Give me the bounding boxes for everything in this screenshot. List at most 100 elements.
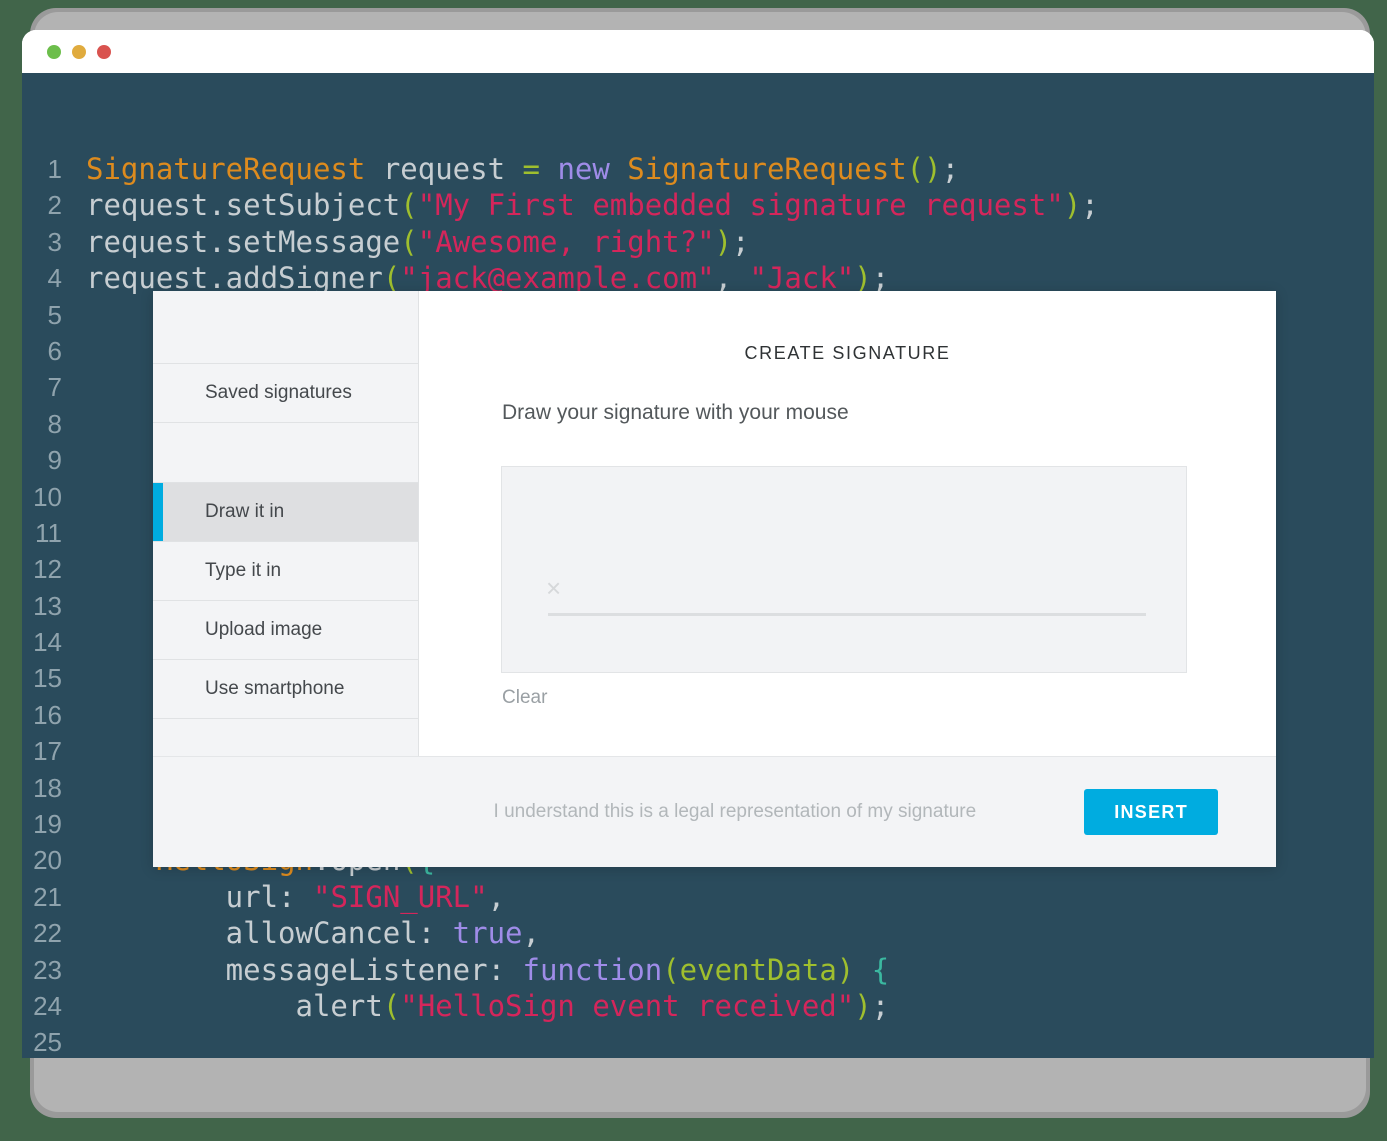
line-number: 16 (33, 699, 62, 730)
code-token: alert (86, 988, 383, 1023)
browser-titlebar (22, 30, 1374, 73)
code-token: ( (400, 188, 418, 223)
code-token: ; (1081, 188, 1099, 223)
line-number: 11 (35, 517, 62, 548)
sidebar-filler (153, 719, 418, 756)
code-line: 1 SignatureRequest request = new Signatur… (22, 151, 1374, 187)
sidebar-item-saved-signatures[interactable]: Saved signatures (153, 364, 418, 423)
code-text: request.setSubject("My First embedded si… (86, 187, 1099, 223)
clear-button[interactable]: Clear (502, 687, 547, 709)
sidebar-item-label: Saved signatures (205, 382, 352, 403)
code-token: = (522, 152, 540, 186)
signature-draw-canvas[interactable]: × (501, 466, 1187, 673)
code-token: request.setSubject (86, 188, 401, 223)
modal-footer: I understand this is a legal representat… (153, 756, 1276, 867)
code-line: 2 request.setSubject("My First embedded s… (22, 187, 1374, 223)
code-token: messageListener: (86, 952, 523, 987)
modal-body: Saved signatures Draw it in Type it in Uplo… (153, 291, 1276, 756)
code-token: , (522, 916, 540, 951)
sidebar-item-upload-image[interactable]: Upload image (153, 601, 418, 660)
maximize-dot-icon[interactable] (72, 45, 86, 59)
code-line: 22 allowCancel: true, (22, 915, 1374, 951)
line-number: 12 (33, 554, 62, 585)
code-token: { (871, 952, 890, 987)
signature-method-sidebar: Saved signatures Draw it in Type it in Uplo… (153, 291, 419, 756)
code-line: 25 (22, 1024, 1374, 1058)
code-token: ; (941, 152, 960, 186)
code-token: ( (382, 988, 401, 1023)
code-token: ; (732, 224, 750, 259)
line-number: 7 (47, 372, 62, 403)
line-number: 18 (33, 772, 62, 803)
line-number: 25 (33, 1027, 62, 1058)
line-number: 17 (33, 736, 62, 767)
line-number: 20 (33, 845, 62, 876)
insert-button[interactable]: INSERT (1084, 789, 1218, 835)
legal-disclaimer-text: I understand this is a legal representat… (493, 801, 977, 822)
line-number: 10 (33, 481, 62, 512)
code-token: new (557, 152, 610, 186)
code-line: 3 request.setMessage("Awesome, right?"); (22, 224, 1374, 260)
sidebar-item-label: Use smartphone (205, 678, 345, 699)
line-number: 24 (33, 990, 62, 1021)
line-number: 8 (47, 408, 62, 439)
sidebar-item-label: Type it in (205, 560, 282, 581)
sidebar-item-label: Draw it in (205, 501, 285, 522)
minimize-dot-icon[interactable] (47, 45, 61, 59)
code-token: ) (854, 988, 872, 1023)
code-token: ) (1063, 188, 1082, 223)
sidebar-item-label: Upload image (205, 619, 323, 640)
code-text: allowCancel: true, (86, 915, 540, 951)
line-number: 19 (33, 809, 62, 840)
line-number: 15 (33, 663, 62, 694)
code-token: SignatureRequest (627, 152, 907, 186)
code-token: ) (836, 952, 855, 987)
code-token: ) (714, 224, 733, 259)
line-number: 14 (33, 627, 62, 658)
code-token: function (522, 952, 663, 987)
code-token: , (487, 879, 506, 914)
code-token: url: (86, 879, 313, 914)
code-text: messageListener: function(eventData) { (86, 952, 890, 988)
browser-window: 1 SignatureRequest request = new Signatur… (22, 30, 1374, 1058)
code-token: () (906, 152, 942, 186)
line-number: 1 (47, 154, 62, 184)
create-signature-modal: Saved signatures Draw it in Type it in Uplo… (153, 291, 1276, 867)
code-text: request.setMessage("Awesome, right?"); (86, 224, 750, 260)
code-token: true (452, 916, 523, 951)
code-token: request.setMessage (86, 224, 401, 259)
code-token: "Awesome, right?" (417, 224, 715, 259)
code-text: alert("HelloSign event received"); (86, 988, 890, 1024)
code-text: url: "SIGN_URL", (86, 879, 505, 915)
sidebar-items-container: Saved signatures Draw it in Type it in Uplo… (153, 364, 418, 719)
line-number: 22 (33, 918, 62, 949)
sidebar-spacer (153, 423, 418, 483)
close-dot-icon[interactable] (97, 45, 111, 59)
code-line: 21 url: "SIGN_URL", (22, 879, 1374, 915)
sidebar-item-use-smartphone[interactable]: Use smartphone (153, 660, 418, 719)
code-token: ; (871, 988, 890, 1023)
line-number: 23 (33, 954, 62, 985)
line-number: 2 (47, 190, 62, 221)
code-token: request (365, 152, 523, 186)
code-token: eventData (679, 952, 837, 987)
modal-title: CREATE SIGNATURE (744, 343, 951, 363)
sidebar-item-type-it-in[interactable]: Type it in (153, 542, 418, 601)
code-line: 24 alert("HelloSign event received"); (22, 988, 1374, 1024)
code-token: "My First embedded signature request" (417, 188, 1064, 223)
instruction-text: Draw your signature with your mouse (502, 401, 849, 424)
line-number: 6 (47, 335, 62, 366)
signature-main-panel: CREATE SIGNATURE Draw your signature wit… (419, 291, 1276, 756)
window-controls (47, 45, 111, 59)
code-token: "SIGN_URL" (312, 879, 488, 914)
line-number: 13 (33, 590, 62, 621)
signature-baseline (548, 613, 1146, 616)
code-token: allowCancel: (86, 916, 453, 951)
code-token: "HelloSign event received" (400, 988, 855, 1023)
line-number: 4 (47, 263, 62, 294)
sidebar-item-draw-it-in[interactable]: Draw it in (153, 483, 418, 542)
